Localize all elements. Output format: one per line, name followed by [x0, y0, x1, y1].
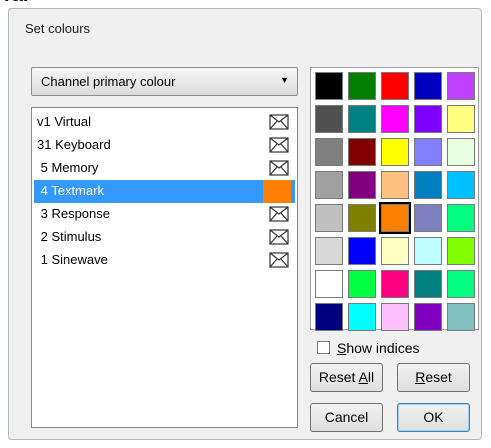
- checkbox-box[interactable]: [317, 341, 330, 354]
- palette-colour-cell[interactable]: [348, 237, 376, 265]
- palette-colour-cell[interactable]: [315, 270, 343, 298]
- channel-label: 4 Textmark: [37, 183, 104, 198]
- channel-label: 2 Stimulus: [37, 229, 102, 244]
- channel-label: 31 Keyboard: [37, 137, 111, 152]
- ok-button[interactable]: OK: [397, 403, 470, 432]
- palette-colour-cell[interactable]: [447, 204, 475, 232]
- channel-row[interactable]: 4 Textmark: [34, 180, 295, 203]
- colour-type-dropdown[interactable]: Channel primary colour ▼: [31, 67, 298, 96]
- channel-row[interactable]: 5 Memory: [34, 157, 295, 180]
- palette-colour-cell[interactable]: [447, 72, 475, 100]
- palette-colour-cell[interactable]: [315, 72, 343, 100]
- palette-colour-cell[interactable]: [381, 138, 409, 166]
- palette-colour-cell[interactable]: [381, 303, 409, 331]
- show-indices-label: Show indices: [337, 340, 420, 356]
- palette-colour-cell[interactable]: [348, 270, 376, 298]
- channel-label: 3 Response: [37, 206, 110, 221]
- palette-colour-cell[interactable]: [447, 303, 475, 331]
- palette-colour-cell[interactable]: [348, 72, 376, 100]
- palette-colour-cell[interactable]: [315, 171, 343, 199]
- palette-colour-cell[interactable]: [381, 270, 409, 298]
- envelope-icon[interactable]: [269, 229, 289, 245]
- channel-list[interactable]: v1 Virtual 31 Keyboard 5 Memory 4 Textmar…: [31, 107, 298, 428]
- palette-colour-cell[interactable]: [381, 171, 409, 199]
- channel-row[interactable]: 31 Keyboard: [34, 134, 295, 157]
- palette-colour-cell[interactable]: [447, 171, 475, 199]
- palette-colour-cell[interactable]: [315, 138, 343, 166]
- palette-colour-cell[interactable]: [348, 204, 376, 232]
- envelope-icon[interactable]: [269, 114, 289, 130]
- channel-label: 5 Memory: [37, 160, 99, 175]
- cancel-button[interactable]: Cancel: [310, 403, 383, 432]
- colour-palette: [310, 67, 479, 331]
- palette-colour-cell[interactable]: [348, 171, 376, 199]
- channel-colour-swatch[interactable]: [263, 180, 291, 203]
- palette-colour-cell[interactable]: [414, 303, 442, 331]
- envelope-icon[interactable]: [269, 137, 289, 153]
- palette-colour-cell[interactable]: [348, 138, 376, 166]
- palette-colour-cell[interactable]: [348, 303, 376, 331]
- background-window-edge: ral: [0, 0, 491, 8]
- palette-colour-cell[interactable]: [379, 202, 411, 234]
- palette-colour-cell[interactable]: [348, 105, 376, 133]
- envelope-icon[interactable]: [269, 252, 289, 268]
- palette-colour-cell[interactable]: [447, 270, 475, 298]
- dropdown-arrow-icon: ▼: [280, 75, 289, 85]
- palette-colour-cell[interactable]: [414, 237, 442, 265]
- palette-colour-cell[interactable]: [381, 105, 409, 133]
- channel-label: 1 Sinewave: [37, 252, 108, 267]
- channel-row[interactable]: v1 Virtual: [34, 111, 295, 134]
- palette-colour-cell[interactable]: [381, 237, 409, 265]
- dialog-title: Set colours: [25, 21, 91, 36]
- reset-all-button[interactable]: Reset All: [310, 363, 383, 392]
- channel-label: v1 Virtual: [37, 114, 91, 129]
- palette-colour-cell[interactable]: [315, 105, 343, 133]
- palette-colour-cell[interactable]: [414, 270, 442, 298]
- palette-colour-cell[interactable]: [315, 303, 343, 331]
- palette-colour-cell[interactable]: [315, 237, 343, 265]
- palette-colour-cell[interactable]: [315, 204, 343, 232]
- palette-colour-cell[interactable]: [447, 138, 475, 166]
- dropdown-value: Channel primary colour: [41, 74, 176, 89]
- envelope-icon[interactable]: [269, 160, 289, 176]
- palette-colour-cell[interactable]: [414, 72, 442, 100]
- reset-button[interactable]: Reset: [397, 363, 470, 392]
- set-colours-dialog: Set colours Channel primary colour ▼ v1 …: [8, 8, 482, 440]
- palette-colour-cell[interactable]: [447, 105, 475, 133]
- channel-row[interactable]: 1 Sinewave: [34, 249, 295, 272]
- palette-colour-cell[interactable]: [414, 138, 442, 166]
- channel-row[interactable]: 3 Response: [34, 203, 295, 226]
- channel-row[interactable]: 2 Stimulus: [34, 226, 295, 249]
- envelope-icon[interactable]: [269, 206, 289, 222]
- palette-colour-cell[interactable]: [414, 204, 442, 232]
- palette-colour-cell[interactable]: [447, 237, 475, 265]
- palette-colour-cell[interactable]: [381, 72, 409, 100]
- palette-colour-cell[interactable]: [414, 171, 442, 199]
- palette-colour-cell[interactable]: [414, 105, 442, 133]
